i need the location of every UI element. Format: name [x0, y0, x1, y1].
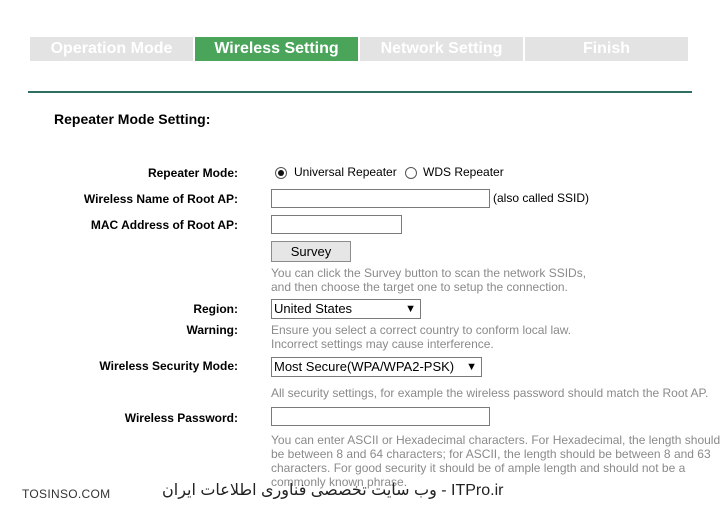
divider [28, 91, 692, 93]
region-select[interactable]: United States ▼ [271, 299, 421, 319]
wds-repeater-label: WDS Repeater [423, 165, 504, 179]
wizard-steps: Operation Mode Wireless Setting Network … [30, 37, 690, 61]
root-ap-mac-input[interactable] [271, 215, 402, 234]
security-mode-label: Wireless Security Mode: [99, 359, 238, 373]
root-ap-name-label: Wireless Name of Root AP: [83, 192, 238, 206]
region-value: United States [274, 301, 353, 316]
watermark-tosinso: TOSINSO.COM [22, 487, 111, 501]
warning-label: Warning: [186, 323, 238, 337]
warning-text: Ensure you select a correct country to c… [271, 323, 571, 351]
password-help-line-2: be between 8 and 64 characters; for ASCI… [271, 447, 711, 461]
root-ap-name-input[interactable] [271, 189, 490, 208]
step-network-setting: Network Setting [360, 37, 523, 61]
section-title: Repeater Mode Setting: [54, 111, 211, 127]
security-mode-value: Most Secure(WPA/WPA2-PSK) [274, 359, 455, 374]
region-label: Region: [193, 302, 238, 316]
step-finish: Finish [525, 37, 688, 61]
password-input[interactable] [271, 407, 490, 426]
survey-help-line-2: and then choose the target one to setup … [271, 280, 568, 294]
step-operation-mode: Operation Mode [30, 37, 193, 61]
password-help-line-1: You can enter ASCII or Hexadecimal chara… [271, 433, 721, 447]
survey-help: You can click the Survey button to scan … [271, 266, 586, 294]
security-help: All security settings, for example the w… [271, 386, 709, 400]
repeater-mode-label: Repeater Mode: [147, 166, 238, 180]
password-help-line-3: characters. For good security it should … [271, 461, 686, 475]
ssid-note: (also called SSID) [493, 191, 590, 205]
root-ap-mac-label: MAC Address of Root AP: [90, 218, 238, 232]
security-mode-select[interactable]: Most Secure(WPA/WPA2-PSK) ▼ [271, 357, 482, 377]
universal-repeater-label: Universal Repeater [294, 165, 397, 179]
watermark-itpro: وب سایت تخصصی فناوری اطلاعات ایران - ITP… [162, 482, 504, 499]
password-label: Wireless Password: [124, 411, 238, 425]
chevron-down-icon: ▼ [466, 361, 477, 373]
survey-help-line-1: You can click the Survey button to scan … [271, 266, 587, 280]
warning-line-2: Incorrect settings may cause interferenc… [271, 337, 494, 351]
step-wireless-setting: Wireless Setting [195, 37, 358, 61]
warning-line-1: Ensure you select a correct country to c… [271, 323, 572, 337]
radio-wds-repeater[interactable] [405, 167, 417, 179]
survey-button[interactable]: Survey [271, 241, 351, 262]
radio-universal-repeater[interactable] [275, 167, 287, 179]
chevron-down-icon: ▼ [405, 303, 416, 315]
